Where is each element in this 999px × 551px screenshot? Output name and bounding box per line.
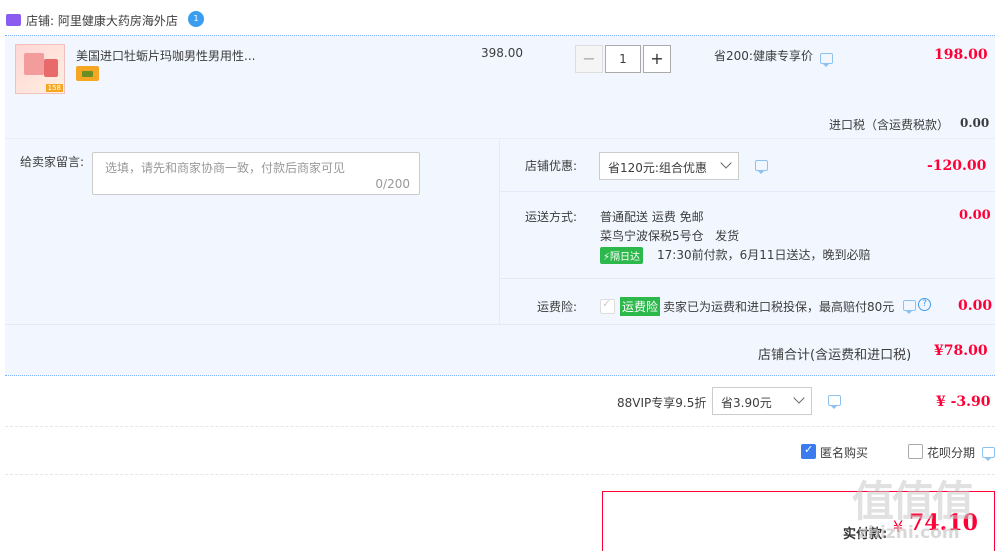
anonymous-label[interactable]: 匿名购买 xyxy=(820,444,868,461)
shipping-method: 普通配送 运费 免邮 xyxy=(600,210,704,224)
message-icon[interactable] xyxy=(828,395,841,409)
watermark-url: zhizhi.com xyxy=(858,523,960,543)
huabei-label[interactable]: 花呗分期 xyxy=(927,444,975,461)
shop-name[interactable]: 阿里健康大药房海外店 xyxy=(58,14,178,28)
row-divider-3 xyxy=(5,324,995,325)
seller-message-counter: 0/200 xyxy=(375,177,410,191)
lightning-icon: ⚡ xyxy=(603,252,611,263)
vip-discount-select[interactable]: 省3.90元 xyxy=(712,387,812,415)
row-divider-1 xyxy=(500,191,995,192)
watermark-logo: 值值值 xyxy=(852,468,974,529)
shop-discount-selected: 省120元:组合优惠 xyxy=(608,161,707,175)
vip-discount-selected: 省3.90元 xyxy=(721,396,772,410)
next-day-badge: ⚡隔日达 xyxy=(600,247,644,264)
shop-discount-label: 店铺优惠: xyxy=(525,159,578,173)
insurance-tag: 运费险 xyxy=(620,297,661,316)
discount-label: 省200:健康专享价 xyxy=(714,49,813,63)
shipping-label: 运送方式: xyxy=(525,210,578,224)
thumbnail-badge: 158 xyxy=(45,84,63,92)
check-icon: ✓ xyxy=(602,297,612,310)
watermark-text: 值值值 xyxy=(852,477,974,526)
message-icon[interactable] xyxy=(820,53,833,67)
quantity-input[interactable]: 1 xyxy=(605,45,641,73)
message-icon[interactable] xyxy=(982,447,995,461)
huabei-checkbox[interactable] xyxy=(908,444,923,459)
divider-line xyxy=(5,474,995,475)
seller-message-textarea[interactable]: 选填，请先和商家协商一致，付款后商家可见 0/200 xyxy=(92,152,420,195)
row-divider-2 xyxy=(500,278,995,279)
message-icon[interactable] xyxy=(755,160,768,174)
shipping-value: 0.00 xyxy=(959,208,991,223)
chevron-down-icon xyxy=(793,392,805,404)
shop-header: 店铺: 阿里健康大药房海外店 xyxy=(26,12,178,29)
item-price: 198.00 xyxy=(934,47,988,63)
shop-prefix: 店铺: xyxy=(26,14,58,28)
chevron-down-icon xyxy=(720,157,732,169)
seller-message-label: 给卖家留言: xyxy=(20,155,85,169)
check-icon: ✓ xyxy=(804,443,814,456)
vip-label: 88VIP专享9.5折 xyxy=(617,396,707,410)
import-tax-label: 进口税（含运费税款） xyxy=(829,118,950,132)
shop-discount-value: -120.00 xyxy=(927,158,987,174)
help-icon[interactable]: ? xyxy=(918,298,931,311)
insurance-text: 卖家已为运费和进口税投保，最高赔付80元 xyxy=(663,300,895,314)
subtotal-label: 店铺合计(含运费和进口税) xyxy=(758,348,912,363)
import-tax-value: 0.00 xyxy=(960,116,990,130)
original-price: 398.00 xyxy=(481,46,523,60)
delivery-note: 17:30前付款，6月11日送达，晚到必赔 xyxy=(657,248,871,262)
shop-discount-select[interactable]: 省120元:组合优惠 xyxy=(599,152,739,180)
next-day-badge-text: 隔日达 xyxy=(610,252,641,263)
message-icon[interactable] xyxy=(903,300,916,314)
insurance-checkbox: ✓ xyxy=(600,297,615,314)
divider-line xyxy=(5,426,995,427)
shipping-warehouse: 菜鸟宁波保税5号仓 发货 xyxy=(600,229,740,243)
panel-divider xyxy=(499,140,500,325)
subtotal-value: ¥78.00 xyxy=(934,343,988,359)
product-title[interactable]: 美国进口牡蛎片玛咖男性男用性... xyxy=(76,47,255,64)
wangwang-chat-icon[interactable]: 1 xyxy=(188,11,204,27)
shop-icon xyxy=(6,14,21,26)
insurance-value: 0.00 xyxy=(958,298,993,314)
seller-message-placeholder: 选填，请先和商家协商一致，付款后商家可见 xyxy=(105,161,346,175)
anonymous-checkbox[interactable]: ✓ xyxy=(801,443,816,459)
insurance-label: 运费险: xyxy=(537,300,578,314)
quantity-stepper: − 1 + xyxy=(575,45,671,73)
card-icon xyxy=(76,66,99,81)
quantity-minus-button[interactable]: − xyxy=(575,45,603,73)
vip-value: ¥ -3.90 xyxy=(936,394,991,410)
product-thumbnail[interactable]: 158 xyxy=(15,44,65,94)
wangwang-badge: 1 xyxy=(193,14,199,23)
quantity-plus-button[interactable]: + xyxy=(643,45,671,73)
